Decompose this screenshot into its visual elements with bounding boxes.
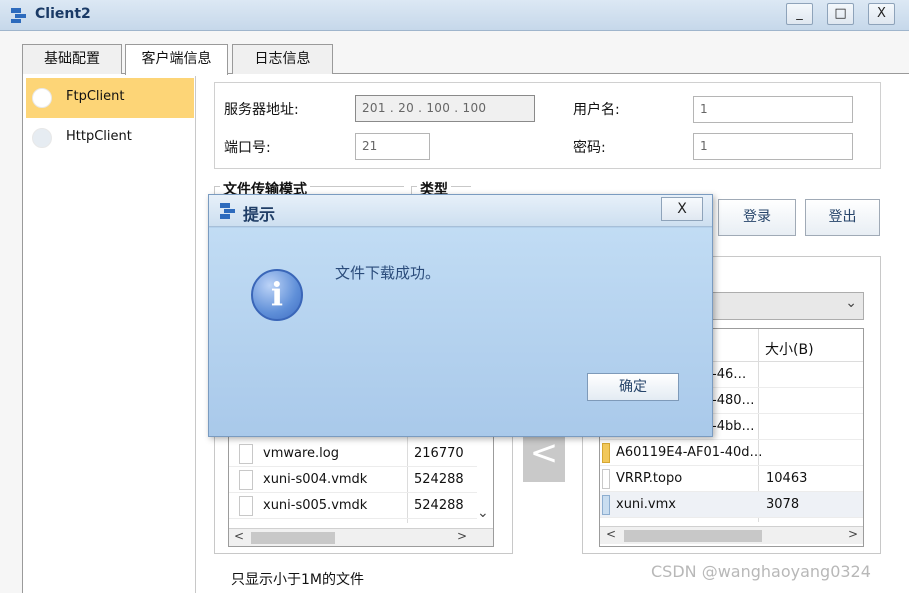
password-label: 密码: <box>573 140 606 156</box>
sidebar-item-httpclient[interactable]: HttpClient <box>26 118 194 158</box>
sidebar-item-label: FtpClient <box>66 89 125 104</box>
app-logo-icon <box>220 203 235 219</box>
tab-basic-config[interactable]: 基础配置 <box>22 44 122 74</box>
login-button[interactable]: 登录 <box>718 199 796 236</box>
client-status-icon <box>32 128 52 148</box>
file-name: A60119E4-AF01-40d… <box>616 445 763 460</box>
folder-icon <box>602 443 610 463</box>
server-address-label: 服务器地址: <box>224 102 299 118</box>
table-row[interactable]: xuni-s005.vmdk 524288 <box>229 493 477 519</box>
maximize-button[interactable]: □ <box>827 3 854 25</box>
table-row[interactable]: xuni-s004.vmdk 524288 <box>229 467 477 493</box>
scroll-right-icon[interactable]: > <box>457 529 467 543</box>
file-name: xuni.vmx <box>616 497 676 512</box>
info-icon: i <box>251 269 303 321</box>
file-name: vmware.log <box>263 446 339 461</box>
minimize-button[interactable]: _ <box>786 3 813 25</box>
file-size: 524288 <box>414 472 464 487</box>
file-name: VRRP.topo <box>616 471 683 486</box>
horizontal-scrollbar[interactable]: < > <box>600 526 863 544</box>
app-logo-icon <box>11 8 26 23</box>
dialog-message: 文件下载成功。 <box>335 264 441 282</box>
close-button[interactable]: X <box>868 3 895 25</box>
tab-log-info[interactable]: 日志信息 <box>232 44 333 74</box>
scroll-down-icon[interactable]: ⌄ <box>477 505 489 521</box>
file-icon <box>602 495 610 515</box>
dialog-close-button[interactable]: X <box>661 197 703 221</box>
file-icon <box>602 469 610 489</box>
dialog-body: i 文件下载成功。 确定 <box>209 228 712 436</box>
logout-button[interactable]: 登出 <box>805 199 880 236</box>
scroll-left-icon[interactable]: < <box>234 529 244 543</box>
file-name: xuni-s005.vmdk <box>263 498 368 513</box>
file-size: 10463 <box>766 471 808 486</box>
download-success-dialog: 提示 X i 文件下载成功。 确定 <box>208 194 713 437</box>
file-name: -4bb… <box>712 419 755 434</box>
filter-note: 只显示小于1M的文件 <box>231 572 364 588</box>
username-label: 用户名: <box>573 102 620 118</box>
file-size: 524288 <box>414 498 464 513</box>
scrollbar-thumb[interactable] <box>624 530 762 542</box>
table-row[interactable]: A60119E4-AF01-40d… <box>600 440 863 466</box>
scrollbar-thumb[interactable] <box>251 532 335 544</box>
username-input[interactable]: 1 <box>693 96 853 123</box>
table-row[interactable]: VRRP.topo 10463 <box>600 466 863 492</box>
password-input[interactable]: 1 <box>693 133 853 160</box>
file-name: xuni-s004.vmdk <box>263 472 368 487</box>
file-size: 216770 <box>414 446 464 461</box>
local-file-list: vmware.log 216770 xuni-s004.vmdk 524288 … <box>228 432 494 547</box>
file-name: -480… <box>712 393 755 408</box>
file-icon <box>239 496 253 516</box>
dialog-title: 提示 <box>243 205 276 224</box>
window-title: Client2 <box>35 6 91 22</box>
scroll-right-icon[interactable]: > <box>848 527 858 541</box>
sidebar-item-label: HttpClient <box>66 129 132 144</box>
sidebar-item-ftpclient[interactable]: FtpClient <box>26 78 194 118</box>
file-size: 3078 <box>766 497 800 512</box>
chevron-down-icon: ⌄ <box>845 295 857 311</box>
server-address-input[interactable]: 201 . 20 . 100 . 100 <box>355 95 535 122</box>
ok-button[interactable]: 确定 <box>587 373 679 401</box>
size-column-header[interactable]: 大小(B) <box>765 339 814 359</box>
watermark: CSDN @wanghaoyang0324 <box>651 562 871 581</box>
file-icon <box>239 470 253 490</box>
table-row[interactable]: vmware.log 216770 <box>229 441 477 467</box>
scroll-left-icon[interactable]: < <box>606 527 616 541</box>
dialog-titlebar: 提示 X <box>209 195 712 227</box>
horizontal-scrollbar[interactable]: < > <box>229 528 493 546</box>
client-status-icon <box>32 88 52 108</box>
client-list: FtpClient HttpClient <box>24 76 196 593</box>
table-row[interactable]: xuni.vmx 3078 <box>600 492 863 518</box>
window-titlebar: Client2 _ □ X <box>0 0 909 31</box>
file-icon <box>239 444 253 464</box>
file-name: -46… <box>712 367 747 382</box>
tab-client-info[interactable]: 客户端信息 <box>125 44 228 75</box>
port-input[interactable]: 21 <box>355 133 430 160</box>
port-label: 端口号: <box>224 140 271 156</box>
